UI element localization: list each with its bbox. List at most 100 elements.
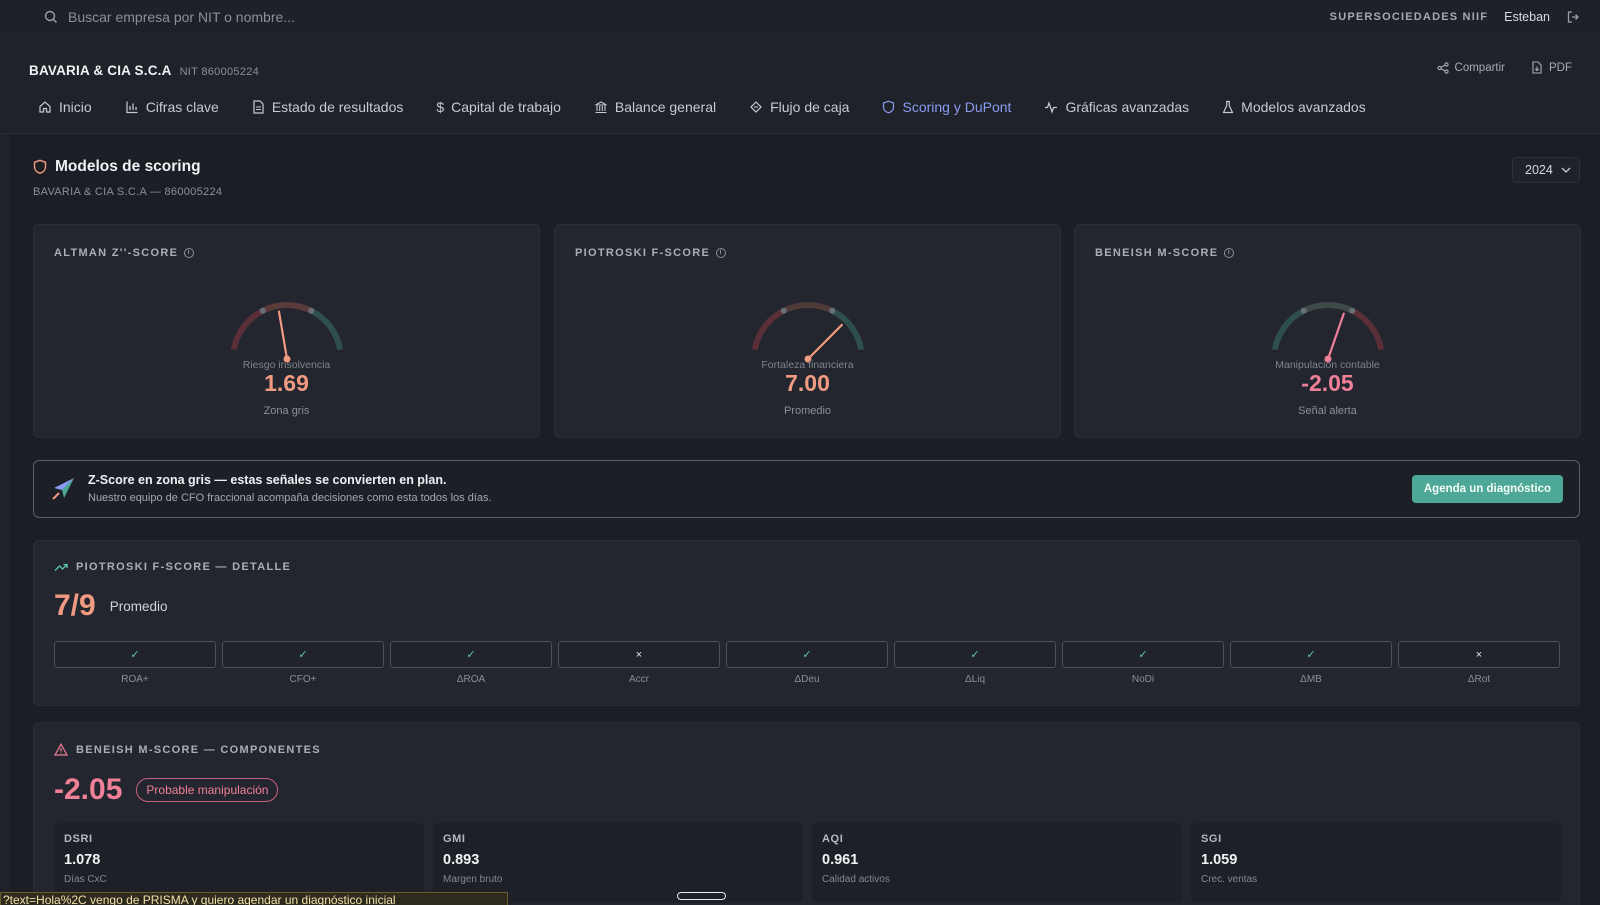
info-icon[interactable]: i: [716, 248, 727, 258]
company-header: BAVARIA & CIA S.C.A NIT 860005224 Compar…: [0, 36, 1600, 134]
gauge-marker: [828, 307, 835, 314]
gauge-segment: [1271, 308, 1305, 351]
gauge-marker: [1348, 307, 1355, 314]
component-name: DSRI: [64, 833, 93, 845]
page-title-text: Modelos de scoring: [55, 158, 201, 175]
component-name: AQI: [822, 833, 844, 845]
year-value: 2024: [1525, 163, 1553, 177]
tab-balance-general[interactable]: Balance general: [594, 99, 749, 115]
cta-subtitle: Nuestro equipo de CFO fraccional acompañ…: [88, 492, 492, 504]
scroll-indicator[interactable]: [677, 892, 726, 900]
component-desc: Calidad activos: [822, 874, 890, 885]
manipulation-badge: Probable manipulación: [136, 778, 279, 802]
gauge-segment: [260, 302, 313, 314]
piotroski-detail-label: PIOTROSKI F-SCORE — DETALLE: [54, 561, 291, 573]
beneish-detail-label: BENEISH M-SCORE — COMPONENTES: [54, 743, 321, 756]
tab-flujo-caja[interactable]: Flujo de caja: [749, 99, 882, 115]
piotroski-score: 7/9: [54, 589, 96, 622]
pdf-label: PDF: [1549, 61, 1572, 74]
cta-title: Z-Score en zona gris — estas señales se …: [88, 473, 447, 487]
sidebar-strip: [0, 134, 10, 905]
gauge-marker: [307, 307, 314, 314]
info-icon[interactable]: i: [1224, 248, 1235, 258]
component-dsri: DSRI 1.078 Días CxC: [54, 823, 424, 903]
criterion-name: NoDi: [1131, 674, 1155, 685]
piotroski-rating: Promedio: [109, 598, 168, 614]
criterion-name: ROA+: [121, 674, 149, 685]
tab-label: Estado de resultados: [271, 99, 404, 115]
tab-modelos-avanzados[interactable]: Modelos avanzados: [1222, 99, 1399, 115]
chevron-down-icon: [1561, 167, 1571, 173]
piotroski-value: 7.00: [785, 370, 830, 396]
tab-scoring-dupont[interactable]: Scoring y DuPont: [882, 99, 1044, 115]
company-name: BAVARIA & CIA S.C.A: [29, 63, 172, 78]
share-label: Compartir: [1454, 61, 1505, 74]
tab-estado-resultados[interactable]: Estado de resultados: [252, 99, 437, 115]
flow-icon: [750, 101, 762, 113]
component-value: 1.059: [1201, 852, 1238, 868]
criterion-name: CFO+: [289, 674, 317, 685]
criterion-delta-deu: ✓ ΔDeu: [726, 641, 888, 685]
search-input[interactable]: [68, 9, 488, 25]
criterion-name: ΔLiq: [964, 674, 986, 685]
component-value: 1.078: [64, 852, 101, 868]
tab-capital-trabajo[interactable]: $ Capital de trabajo: [436, 99, 594, 115]
tab-inicio[interactable]: Inicio: [38, 99, 125, 115]
gauge-segment: [751, 308, 785, 351]
page-title: Modelos de scoring: [33, 158, 201, 176]
criterion-name: ΔMB: [1300, 674, 1322, 685]
component-sgi: SGI 1.059 Crec. ventas: [1191, 823, 1561, 903]
beneish-label: BENEISH M-SCORE i: [1095, 247, 1235, 259]
tab-label: Inicio: [59, 99, 92, 115]
dollar-icon: $: [436, 99, 445, 115]
company-search[interactable]: [44, 9, 488, 25]
shield-icon: [33, 159, 47, 175]
top-bar: SUPERSOCIEDADES NIIF Esteban: [0, 0, 1600, 36]
beneish-value: -2.05: [1301, 370, 1354, 396]
criterion-delta-rot: × ΔRot: [1398, 641, 1560, 685]
gauge-segment: [309, 308, 343, 351]
schedule-diagnosis-button[interactable]: Agenda un diagnóstico: [1411, 475, 1563, 503]
main-nav: Inicio Cifras clave Estado de resultados…: [38, 99, 1399, 115]
piotroski-zone: Promedio: [783, 405, 832, 417]
criteria-row: ✓ ROA+ ✓ CFO+ ✓ ΔROA × Accr ✓ ΔDeu ✓ ΔLiq ✓ NoD…: [54, 641, 1560, 685]
info-icon[interactable]: i: [184, 248, 195, 258]
piotroski-label-text: PIOTROSKI F-SCORE: [575, 247, 711, 259]
altman-label: ALTMAN Z''-SCORE i: [54, 247, 195, 259]
components-row: DSRI 1.078 Días CxC GMI 0.893 Margen bruto A…: [54, 823, 1561, 903]
check-icon: ✓: [1230, 641, 1392, 668]
share-icon: [1436, 61, 1449, 74]
criterion-name: ΔDeu: [794, 674, 820, 685]
document-icon: [253, 100, 264, 114]
tab-cifras-clave[interactable]: Cifras clave: [125, 99, 252, 115]
pdf-button[interactable]: PDF: [1531, 61, 1572, 74]
criterion-name: Accr: [629, 674, 649, 685]
tab-label: Gráficas avanzadas: [1065, 99, 1190, 115]
beneish-detail-label-text: BENEISH M-SCORE — COMPONENTES: [76, 743, 321, 756]
tab-graficas-avanzadas[interactable]: Gráficas avanzadas: [1044, 99, 1222, 115]
check-icon: ✓: [1062, 641, 1224, 668]
share-button[interactable]: Compartir: [1436, 61, 1505, 74]
logout-icon[interactable]: [1566, 10, 1580, 24]
page-subtitle: BAVARIA & CIA S.C.A — 860005224: [33, 186, 223, 198]
piotroski-detail-label-text: PIOTROSKI F-SCORE — DETALLE: [76, 561, 292, 573]
check-icon: ✓: [726, 641, 888, 668]
piotroski-label: PIOTROSKI F-SCORE i: [575, 247, 727, 259]
year-select[interactable]: 2024: [1512, 157, 1580, 183]
flask-icon: [1222, 100, 1234, 114]
criterion-delta-mb: ✓ ΔMB: [1230, 641, 1392, 685]
beneish-score: -2.05: [54, 773, 123, 806]
criterion-delta-liq: ✓ ΔLiq: [894, 641, 1056, 685]
gauge-marker: [259, 307, 266, 314]
tab-label: Flujo de caja: [770, 99, 850, 115]
cross-icon: ×: [1398, 641, 1560, 668]
status-url-tooltip: ?text=Hola%2C vengo de PRISMA y quiero a…: [0, 892, 508, 905]
rocket-icon: [52, 478, 74, 500]
criterion-accr: × Accr: [558, 641, 720, 685]
brand-label: SUPERSOCIEDADES NIIF: [1329, 11, 1489, 23]
gauge-segment: [1301, 302, 1354, 314]
bar-chart-icon: [126, 101, 138, 114]
user-name[interactable]: Esteban: [1504, 10, 1550, 24]
component-desc: Margen bruto: [443, 874, 503, 885]
tab-label: Cifras clave: [145, 99, 219, 115]
